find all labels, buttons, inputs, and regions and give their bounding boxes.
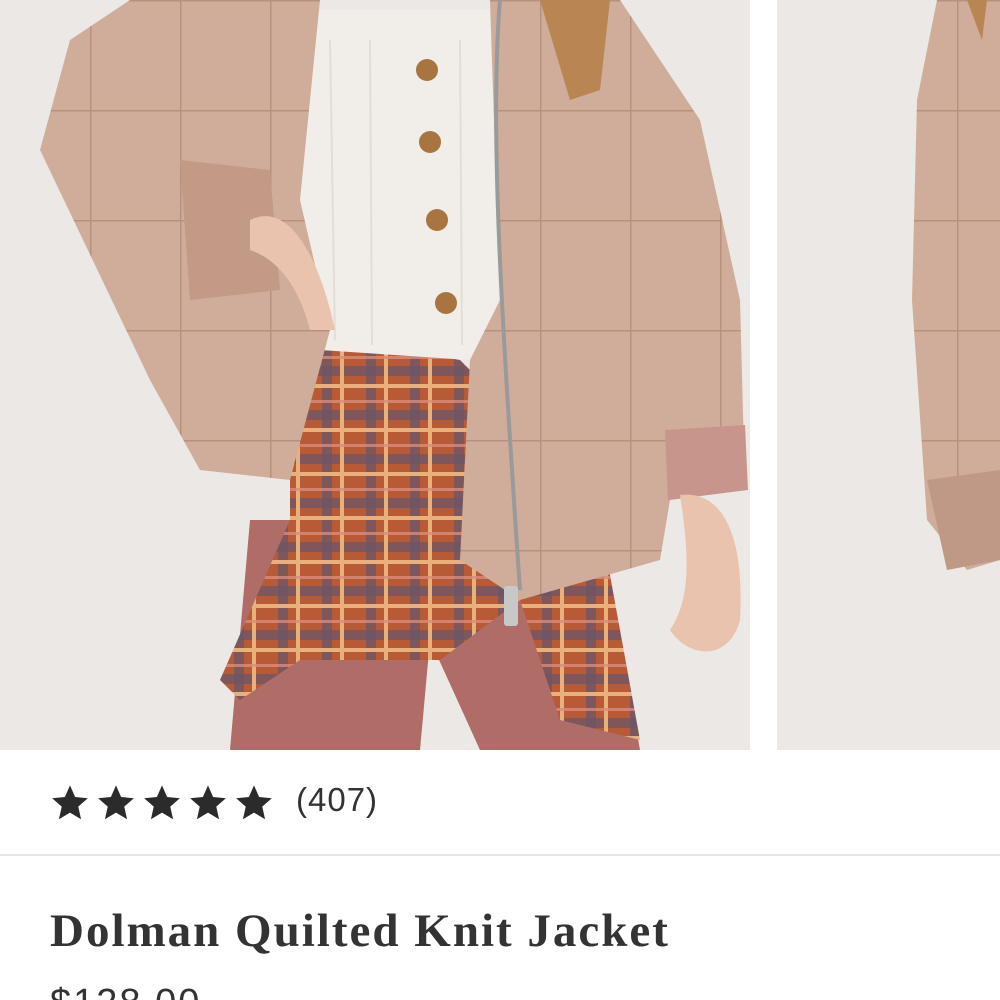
product-image-carousel[interactable] [0,0,1000,750]
model-photo [0,0,750,750]
star-rating[interactable] [50,784,274,822]
star-icon [144,785,180,820]
product-title: Dolman Quilted Knit Jacket [50,905,670,957]
product-image-front[interactable] [0,0,750,750]
star-icon [98,785,134,820]
product-image-side[interactable] [777,0,1000,750]
model-photo-side [777,0,1000,750]
star-icon [190,785,226,820]
star-icon [236,785,272,820]
star-icon [52,785,88,820]
review-count-link[interactable]: (407) [296,781,378,819]
product-price: $128.00 [50,982,201,1000]
